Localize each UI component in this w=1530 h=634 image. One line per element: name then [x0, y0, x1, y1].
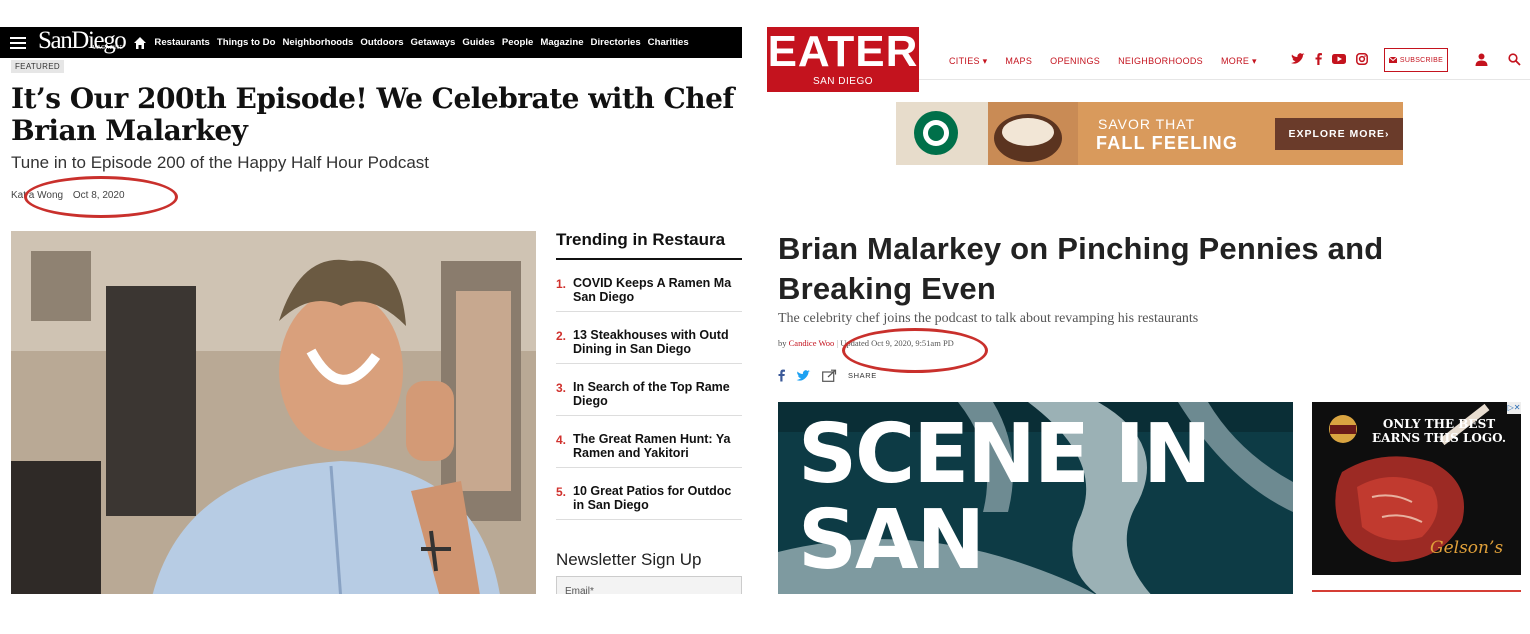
nav-link-restaurants[interactable]: Restaurants	[154, 37, 209, 48]
nav-cities-dropdown[interactable]: CITIES ▾	[949, 56, 987, 67]
trending-item[interactable]: 1. COVID Keeps A Ramen Ma San Diego	[556, 260, 742, 312]
byline-separator: |	[836, 338, 839, 348]
trending-link[interactable]: 10 Great Patios for Outdoc in San Diego	[573, 484, 742, 512]
top-navigation-bar: SanDiego MAGAZINE Restaurants Things to …	[0, 27, 742, 58]
newsletter-heading: Newsletter Sign Up	[556, 550, 702, 569]
nav-link-magazine[interactable]: Magazine	[540, 37, 583, 48]
nav-neighborhoods[interactable]: NEIGHBORHOODS	[1118, 56, 1203, 67]
user-account-icon[interactable]	[1475, 53, 1488, 66]
trending-number: 1.	[556, 277, 567, 291]
nav-link-charities[interactable]: Charities	[648, 37, 689, 48]
gelsons-side-ad[interactable]: ONLY THE BEST EARNS THIS LOGO. Gelson’s …	[1312, 402, 1521, 575]
trending-item[interactable]: 5. 10 Great Patios for Outdoc in San Die…	[556, 468, 742, 520]
instagram-icon[interactable]	[1356, 53, 1368, 65]
trending-heading: Trending in Restaura	[556, 230, 742, 260]
sandiego-magazine-panel: SanDiego MAGAZINE Restaurants Things to …	[0, 0, 742, 594]
twitter-share-icon[interactable]	[796, 369, 811, 382]
side-ad-brand: Gelson’s	[1430, 538, 1504, 558]
nav-link-getaways[interactable]: Getaways	[411, 37, 456, 48]
nav-link-guides[interactable]: Guides	[462, 37, 495, 48]
header-divider	[919, 79, 1530, 80]
nav-link-people[interactable]: People	[502, 37, 533, 48]
author-link[interactable]: Candice Woo	[789, 338, 835, 348]
trending-item[interactable]: 4. The Great Ramen Hunt: Ya Ramen and Ya…	[556, 416, 742, 468]
eater-nav: CITIES ▾ MAPS OPENINGS NEIGHBORHOODS MOR…	[949, 56, 1257, 67]
social-links	[1291, 53, 1368, 65]
article-subtitle: Tune in to Episode 200 of the Happy Half…	[11, 153, 430, 172]
subscribe-button[interactable]: SUBSCRIBE	[1384, 48, 1448, 72]
nav-more-dropdown[interactable]: MORE ▾	[1221, 56, 1257, 67]
facebook-share-icon[interactable]	[778, 369, 785, 382]
nav-link-outdoors[interactable]: Outdoors	[360, 37, 403, 48]
youtube-icon[interactable]	[1332, 54, 1346, 64]
eater-logo[interactable]: EATER SAN DIEGO	[767, 27, 919, 92]
ad-line-2: FALL FEELING	[1096, 133, 1239, 153]
nav-link-directories[interactable]: Directories	[591, 37, 641, 48]
site-logo[interactable]: SanDiego MAGAZINE	[38, 28, 127, 53]
hero-text: SCENE IN SAN	[798, 407, 1212, 588]
date-highlight-circle	[24, 176, 178, 218]
chef-photo	[11, 231, 536, 594]
side-ad-divider	[1312, 590, 1521, 592]
byline-prefix: by	[778, 338, 787, 348]
nav-openings[interactable]: OPENINGS	[1050, 56, 1100, 67]
share-icon[interactable]	[822, 369, 837, 382]
trending-link[interactable]: In Search of the Top Rame Diego	[573, 380, 742, 408]
share-label[interactable]: SHARE	[848, 371, 877, 380]
eater-panel: EATER SAN DIEGO CITIES ▾ MAPS OPENINGS N…	[764, 0, 1530, 594]
eater-logo-text: EATER	[767, 27, 919, 76]
side-ad-headline: ONLY THE BEST EARNS THIS LOGO.	[1372, 417, 1507, 445]
adchoices-close-icon[interactable]: ▷✕	[1507, 402, 1521, 414]
trending-item[interactable]: 3. In Search of the Top Rame Diego	[556, 364, 742, 416]
logo-subtext: MAGAZINE	[92, 45, 124, 51]
twitter-icon[interactable]	[1291, 53, 1305, 65]
trending-link[interactable]: The Great Ramen Hunt: Ya Ramen and Yakit…	[573, 432, 742, 460]
ad-explore-more-button[interactable]: EXPLORE MORE›	[1275, 118, 1403, 150]
trending-sidebar: Trending in Restaura 1. COVID Keeps A Ra…	[556, 230, 742, 520]
ad-line-1: SAVOR THAT	[1098, 116, 1196, 132]
share-bar: SHARE	[778, 369, 877, 382]
facebook-icon[interactable]	[1315, 53, 1322, 65]
article-dek: The celebrity chef joins the podcast to …	[778, 311, 1199, 326]
home-icon[interactable]	[133, 36, 147, 50]
nav-maps[interactable]: MAPS	[1005, 56, 1032, 67]
featured-badge[interactable]: FEATURED	[11, 60, 64, 73]
updated-date-highlight-circle	[842, 328, 988, 373]
nav-link-neighborhoods[interactable]: Neighborhoods	[282, 37, 353, 48]
article-title: Brian Malarkey on Pinching Pennies and B…	[778, 231, 1384, 306]
article-title: It’s Our 200th Episode! We Celebrate wit…	[11, 82, 734, 147]
trending-link[interactable]: 13 Steakhouses with Outd Dining in San D…	[573, 328, 742, 356]
trending-list: 1. COVID Keeps A Ramen Ma San Diego 2. 1…	[556, 260, 742, 520]
envelope-icon	[1388, 57, 1397, 63]
trending-link[interactable]: COVID Keeps A Ramen Ma San Diego	[573, 276, 742, 304]
hamburger-menu-icon[interactable]	[10, 36, 26, 49]
eater-logo-city: SAN DIEGO	[812, 76, 874, 87]
podcast-hero-image: SCENE IN SAN	[778, 402, 1293, 594]
subscribe-label: SUBSCRIBE	[1399, 56, 1444, 64]
trending-number: 3.	[556, 381, 567, 395]
nav-links: Restaurants Things to Do Neighborhoods O…	[154, 37, 688, 48]
trending-number: 2.	[556, 329, 567, 343]
trending-number: 4.	[556, 433, 567, 447]
trending-item[interactable]: 2. 13 Steakhouses with Outd Dining in Sa…	[556, 312, 742, 364]
newsletter-email-input[interactable]: Email*	[556, 576, 742, 594]
trending-number: 5.	[556, 485, 567, 499]
nav-link-things-to-do[interactable]: Things to Do	[217, 37, 276, 48]
search-icon[interactable]	[1508, 53, 1521, 66]
